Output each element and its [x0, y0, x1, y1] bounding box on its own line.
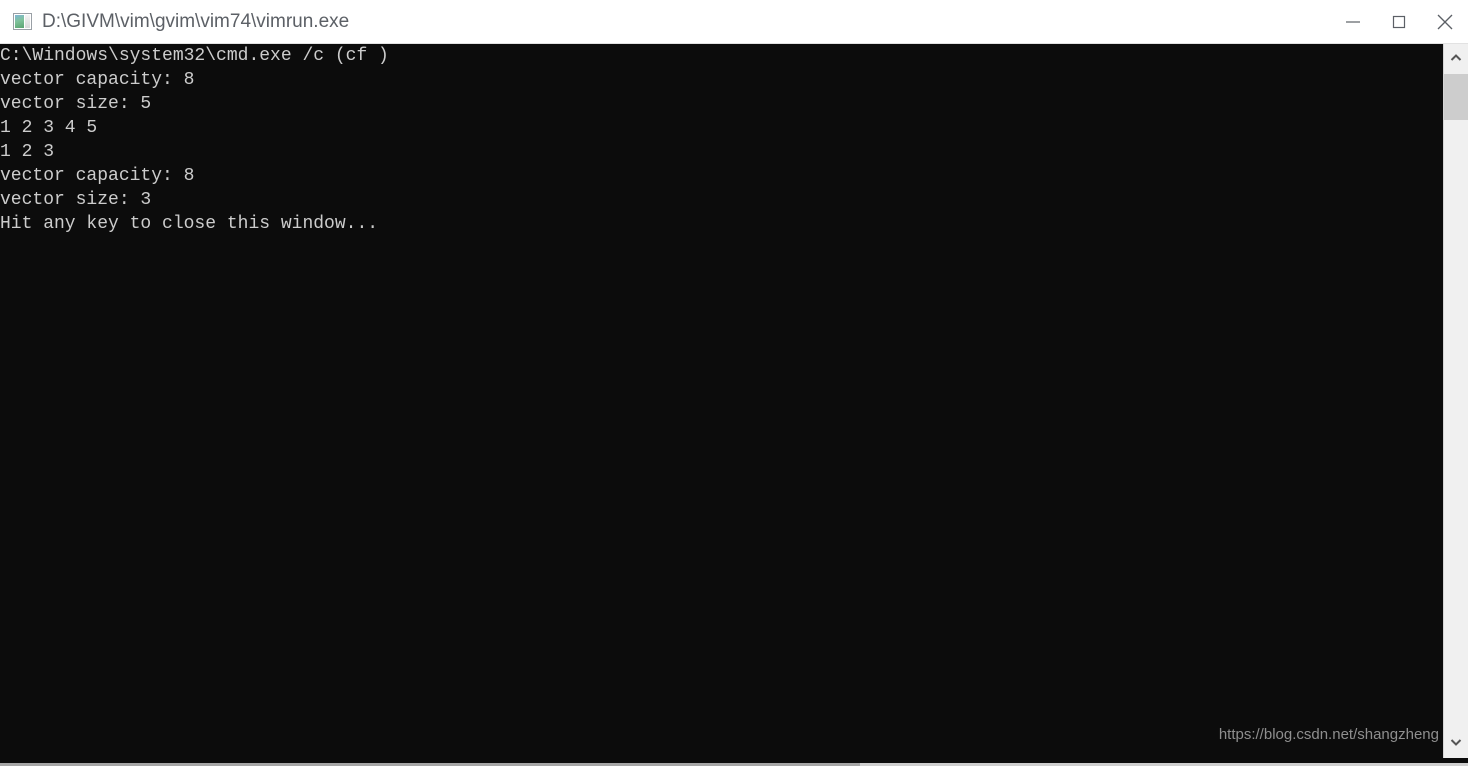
horizontal-scrollbar[interactable] — [0, 758, 1468, 766]
console-line: 1 2 3 4 5 — [0, 118, 98, 138]
console-line: vector size: 5 — [0, 94, 152, 114]
console-output[interactable]: C:\Windows\system32\cmd.exe /c (cf ) vect… — [0, 44, 1443, 758]
window-title: D:\GIVM\vim\gvim\vim74\vimrun.exe — [42, 10, 350, 32]
scroll-down-button[interactable] — [1444, 728, 1468, 758]
close-icon — [1432, 9, 1458, 35]
window-controls — [1330, 0, 1468, 44]
console-area: C:\Windows\system32\cmd.exe /c (cf ) vect… — [0, 44, 1468, 758]
title-bar[interactable]: D:\GIVM\vim\gvim\vim74\vimrun.exe — [0, 0, 1468, 44]
minimize-button[interactable] — [1330, 0, 1376, 44]
vertical-scrollbar[interactable] — [1443, 44, 1468, 758]
maximize-icon — [1387, 10, 1411, 34]
console-line: 1 2 3 — [0, 142, 55, 162]
maximize-button[interactable] — [1376, 0, 1422, 44]
watermark-text: https://blog.csdn.net/shangzheng — [1218, 726, 1439, 743]
title-bar-left: D:\GIVM\vim\gvim\vim74\vimrun.exe — [0, 11, 1330, 33]
console-output-lines: C:\Windows\system32\cmd.exe /c (cf ) vect… — [0, 44, 389, 236]
vertical-scrollbar-track[interactable] — [1444, 74, 1468, 728]
console-app-icon-glyph-left — [15, 15, 24, 28]
console-app-icon-glyph-right — [25, 15, 30, 28]
chevron-up-icon — [1449, 50, 1463, 68]
vertical-scrollbar-thumb[interactable] — [1444, 74, 1468, 120]
console-line: C:\Windows\system32\cmd.exe /c (cf ) — [0, 46, 389, 66]
console-line: Hit any key to close this window... — [0, 214, 379, 234]
console-line: vector size: 3 — [0, 190, 152, 210]
minimize-icon — [1341, 10, 1365, 34]
console-line: vector capacity: 8 — [0, 166, 195, 186]
scroll-up-button[interactable] — [1444, 44, 1468, 74]
console-app-icon — [13, 13, 32, 30]
console-window: D:\GIVM\vim\gvim\vim74\vimrun.exe C:\Win… — [0, 0, 1468, 766]
close-button[interactable] — [1422, 0, 1468, 44]
console-line: vector capacity: 8 — [0, 70, 195, 90]
chevron-down-icon — [1449, 734, 1463, 752]
